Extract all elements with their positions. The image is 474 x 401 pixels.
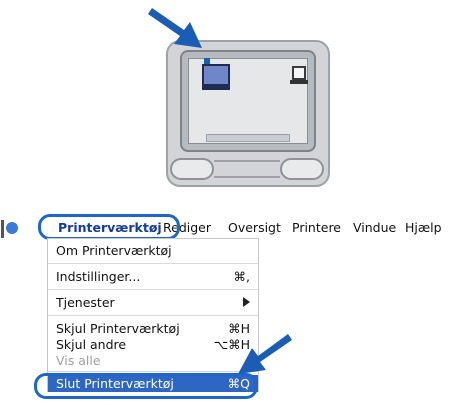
menu-oversigt[interactable]: Oversigt	[228, 220, 281, 235]
menu-item-label: Indstillinger...	[56, 269, 141, 284]
window-icon-base	[202, 86, 230, 90]
menu-vindue[interactable]: Vindue	[353, 220, 396, 235]
screen-dock	[206, 134, 290, 142]
monitor-illustration	[166, 40, 330, 187]
menu-item-label: Om Printerværktøj	[56, 243, 172, 258]
quit-item-highlight	[34, 373, 258, 399]
menu-item-hide-others[interactable]: Skjul andre ⌥⌘H	[48, 336, 258, 353]
menu-item-shortcut: ⌘,	[233, 269, 250, 284]
menu-separator	[48, 263, 258, 264]
menu-item-preferences[interactable]: Indstillinger... ⌘,	[48, 268, 258, 285]
submenu-arrow-icon	[243, 295, 250, 310]
window-icon	[202, 64, 230, 86]
menu-separator	[48, 315, 258, 316]
apple-icon[interactable]	[6, 222, 18, 234]
menu-separator	[48, 371, 258, 372]
menu-hjælp[interactable]: Hjælp	[405, 220, 442, 235]
callout-arrow-icon	[238, 334, 292, 374]
menu-title-highlight	[38, 214, 180, 240]
menu-item-show-all: Vis alle	[48, 352, 258, 369]
menu-item-label: Skjul andre	[56, 337, 127, 352]
menu-item-label: Vis alle	[56, 353, 101, 368]
callout-arrow-icon	[148, 8, 202, 48]
menu-item-about[interactable]: Om Printerværktøj	[48, 242, 258, 259]
application-menu: Om Printerværktøj Indstillinger... ⌘, Tj…	[47, 238, 259, 392]
menu-item-services[interactable]: Tjenester	[48, 294, 258, 311]
menu-item-label: Tjenester	[56, 295, 115, 310]
printer-icon-base	[290, 80, 308, 84]
speaker-left	[170, 158, 214, 180]
window-edge	[1, 220, 4, 238]
menu-printere[interactable]: Printere	[292, 220, 341, 235]
menu-item-label: Skjul Printerværktøj	[56, 321, 180, 336]
speaker-grille	[214, 160, 280, 178]
menu-separator	[48, 289, 258, 290]
speaker-right	[280, 158, 324, 180]
menu-item-hide[interactable]: Skjul Printerværktøj ⌘H	[48, 320, 258, 337]
printer-icon	[292, 66, 306, 80]
